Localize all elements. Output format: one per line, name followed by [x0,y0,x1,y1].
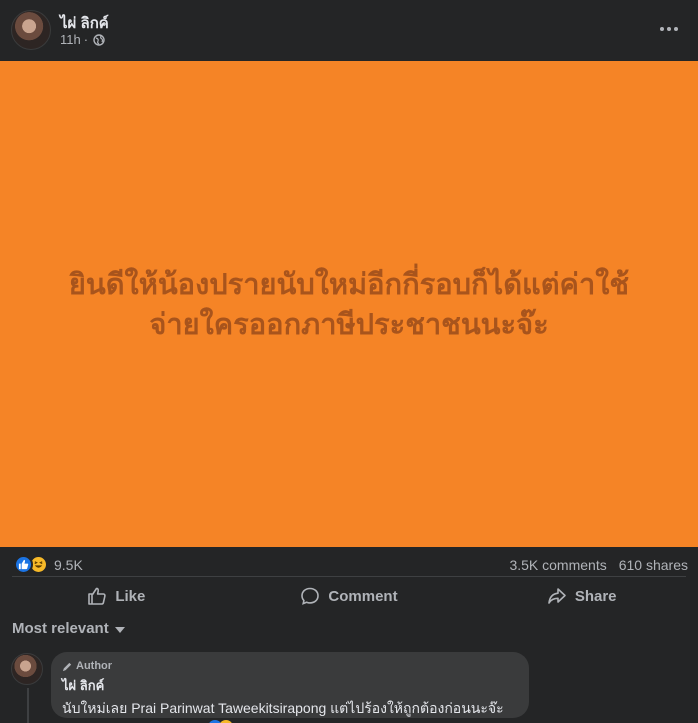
post-image-text-line-1: ยินดีให้น้องปรายนับใหม่อีกกี่รอบก็ได้แต่… [68,267,630,301]
comment-label: Comment [328,587,398,605]
post-image-text-line-2: จ่ายใครออกภาษีประชาชนนะจ๊ะ [149,307,549,341]
meta-separator: · [83,32,89,47]
caret-down-icon [114,626,125,633]
thread-line [27,688,29,723]
share-label: Share [574,587,617,605]
commenter-name[interactable]: ไผ่ ลิกค์ [62,675,518,696]
comment-text: นับใหม่เลย Prai Parinwat Taweekitsirapon… [62,700,504,716]
shares-count[interactable]: 610 shares [619,557,688,573]
divider [12,576,686,577]
comment-sort-dropdown[interactable]: Most relevant [12,620,125,637]
comment-icon [301,587,320,605]
like-icon [88,587,107,605]
share-icon [548,588,566,604]
comments-count[interactable]: 3.5K comments [509,557,606,573]
share-button[interactable]: Share [465,578,698,614]
post-time[interactable]: 11h [60,32,81,47]
engagement-counts: 3.5K comments 610 shares [509,557,688,573]
comment-bubble: Author ไผ่ ลิกค์ นับใหม่เลย Prai Parinwa… [51,652,529,718]
author-avatar[interactable] [11,10,51,50]
reaction-count: 9.5K [54,556,83,573]
like-reaction-icon [14,555,33,574]
comment-button[interactable]: Comment [233,578,466,614]
more-options-icon[interactable] [658,18,680,40]
post-meta: 11h · [60,32,105,47]
post-header: ไผ่ ลิกค์ 11h · [0,0,698,61]
author-badge: Author [62,660,518,672]
post-actions: Like Comment Share [0,578,698,614]
commenter-avatar[interactable] [11,653,43,685]
like-button[interactable]: Like [0,578,233,614]
post-image-text: ยินดีให้น้องปรายนับใหม่อีกกี่รอบก็ได้แต่… [29,264,669,344]
pen-icon [62,662,72,671]
like-label: Like [115,587,146,605]
comment-item: Author ไผ่ ลิกค์ นับใหม่เลย Prai Parinwa… [0,650,698,723]
reaction-summary[interactable]: 9.5K [14,555,83,574]
globe-icon[interactable] [93,33,105,46]
post-image[interactable]: ยินดีให้น้องปรายนับใหม่อีกกี่รอบก็ได้แต่… [0,61,698,547]
sort-label: Most relevant [12,620,109,637]
author-badge-label: Author [76,660,113,672]
